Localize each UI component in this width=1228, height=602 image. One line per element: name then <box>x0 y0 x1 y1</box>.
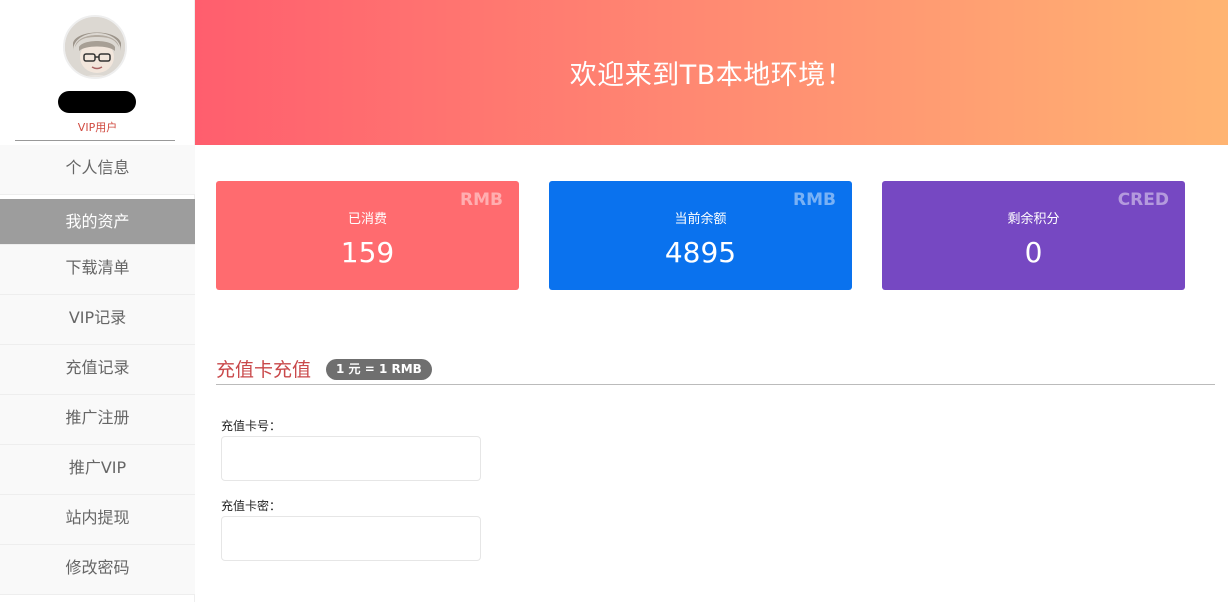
sidebar-item-referral-registration[interactable]: 推广注册 <box>0 395 195 445</box>
recharge-section-title: 充值卡充值 <box>216 359 312 381</box>
card-number-label: 充值卡号： <box>221 419 282 433</box>
stat-value: 159 <box>340 236 395 269</box>
stat-value: 4895 <box>664 236 737 269</box>
stat-unit: CRED <box>1117 190 1169 210</box>
exchange-rate-badge: 1 元 = 1 RMB <box>326 359 432 380</box>
banner-title: 欢迎来到TB本地环境！ <box>569 60 854 91</box>
stat-card-credits: CRED 剩余积分 0 <box>882 181 1185 290</box>
sidebar-menu: 个人信息 我的资产 下载清单 VIP记录 充值记录 推广注册 推广VIP 站内提… <box>0 145 195 595</box>
stat-label: 已消费 <box>347 212 387 227</box>
stat-card-spent: RMB 已消费 159 <box>216 181 519 290</box>
welcome-banner: 欢迎来到TB本地环境！ <box>195 0 1228 145</box>
user-avatar-icon[interactable] <box>63 15 127 79</box>
card-password-input[interactable] <box>221 516 481 561</box>
username-redacted <box>58 91 136 113</box>
stat-label: 当前余额 <box>674 212 727 227</box>
profile-panel: VIP用户 <box>0 0 194 145</box>
vip-status-label: VIP用户 <box>77 121 118 134</box>
sidebar: VIP用户 个人信息 我的资产 下载清单 VIP记录 充值记录 推广注册 推广V… <box>0 0 195 602</box>
sidebar-item-my-assets[interactable]: 我的资产 <box>0 199 195 245</box>
stat-card-balance: RMB 当前余额 4895 <box>549 181 852 290</box>
stat-unit: RMB <box>793 190 836 210</box>
stat-unit: RMB <box>460 190 503 210</box>
sidebar-item-download-list[interactable]: 下载清单 <box>0 245 195 295</box>
sidebar-item-referral-vip[interactable]: 推广VIP <box>0 445 195 495</box>
stat-label: 剩余积分 <box>1007 212 1060 227</box>
sidebar-item-withdrawal[interactable]: 站内提现 <box>0 495 195 545</box>
section-divider <box>216 384 1215 385</box>
stat-value: 0 <box>1024 236 1043 269</box>
sidebar-item-personal-info[interactable]: 个人信息 <box>0 145 195 195</box>
profile-divider <box>15 140 175 141</box>
card-number-input[interactable] <box>221 436 481 481</box>
sidebar-item-vip-records[interactable]: VIP记录 <box>0 295 195 345</box>
card-password-label: 充值卡密： <box>221 499 282 513</box>
sidebar-item-change-password[interactable]: 修改密码 <box>0 545 195 595</box>
sidebar-item-recharge-records[interactable]: 充值记录 <box>0 345 195 395</box>
